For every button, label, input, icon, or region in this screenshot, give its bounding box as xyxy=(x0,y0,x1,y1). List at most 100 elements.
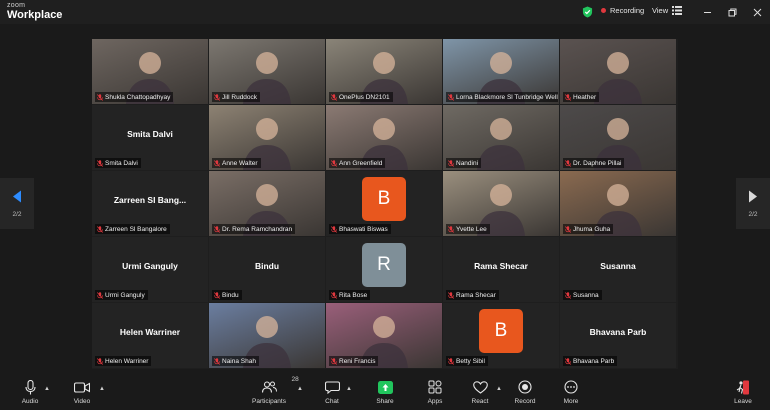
leave-door-icon xyxy=(736,380,749,394)
participant-name: Rita Bose xyxy=(339,291,368,299)
next-page-button[interactable]: 2/2 xyxy=(736,178,770,229)
participant-tile[interactable]: Jill Ruddock xyxy=(209,39,325,104)
participant-tile[interactable]: Rama Shecar Rama Shecar xyxy=(443,237,559,302)
participant-name-label: Dr. Daphne Pillai xyxy=(563,158,625,168)
leave-button[interactable]: Leave xyxy=(721,378,765,405)
recording-indicator[interactable]: Recording xyxy=(601,6,644,15)
brand-small: zoom xyxy=(7,2,26,9)
share-screen-icon xyxy=(377,380,393,394)
page-indicator-left: 2/2 xyxy=(12,210,22,218)
participants-options-chevron-icon[interactable]: ▲ xyxy=(297,386,303,392)
audio-options-chevron-icon[interactable]: ▲ xyxy=(44,386,50,392)
participant-tile[interactable]: B Betty Sibil xyxy=(443,303,559,368)
participant-tile[interactable]: Smita Dalvi Smita Dalvi xyxy=(92,105,208,170)
heart-icon xyxy=(472,380,488,394)
participant-name: Anne Walter xyxy=(222,159,258,167)
participant-name-label: Yvette Lee xyxy=(446,224,490,234)
participant-tile[interactable]: Heather xyxy=(560,39,676,104)
restore-button[interactable] xyxy=(725,5,739,19)
participant-name-label: Heather xyxy=(563,92,600,102)
arrow-right-icon xyxy=(749,190,757,202)
record-button[interactable]: Record xyxy=(503,378,547,405)
participant-tile[interactable]: Nandini xyxy=(443,105,559,170)
participant-tile[interactable]: Dr. Rema Ramchandran xyxy=(209,171,325,236)
chat-label: Chat xyxy=(325,398,339,405)
muted-mic-icon xyxy=(448,291,454,299)
video-options-chevron-icon[interactable]: ▲ xyxy=(99,386,105,392)
participant-tile[interactable]: Helen Warriner Helen Warriner xyxy=(92,303,208,368)
participant-tile[interactable]: Yvette Lee xyxy=(443,171,559,236)
participant-tile[interactable]: Zarreen SI Bang... Zarreen Sl Bangalore xyxy=(92,171,208,236)
participant-name-label: Bhavana Parb xyxy=(563,356,618,366)
muted-mic-icon xyxy=(331,93,337,101)
participant-name: Betty Sibil xyxy=(456,357,485,365)
participant-display-name: Urmi Ganguly xyxy=(122,261,178,271)
muted-mic-icon xyxy=(331,159,337,167)
participant-name-label: Betty Sibil xyxy=(446,356,488,366)
share-label: Share xyxy=(376,398,394,405)
close-icon xyxy=(753,8,761,16)
avatar-initial: B xyxy=(494,320,508,341)
muted-mic-icon xyxy=(331,225,337,233)
participants-icon xyxy=(261,381,277,393)
share-button[interactable]: Share xyxy=(363,378,407,405)
muted-mic-icon xyxy=(214,357,220,365)
participant-name: Shukla Chattopadhyay xyxy=(105,93,171,101)
participant-tile[interactable]: Shukla Chattopadhyay xyxy=(92,39,208,104)
participant-tile[interactable]: Reni Francis xyxy=(326,303,442,368)
participant-name: Ann Greenfield xyxy=(339,159,383,167)
restore-icon xyxy=(728,8,736,16)
participant-tile[interactable]: Urmi Ganguly Urmi Ganguly xyxy=(92,237,208,302)
audio-label: Audio xyxy=(21,398,39,405)
participant-name: Jhuma Guha xyxy=(573,225,611,233)
participant-avatar: R xyxy=(362,243,406,287)
participants-label: Participants xyxy=(252,398,286,405)
close-window-button[interactable] xyxy=(750,5,764,19)
encryption-shield-icon[interactable] xyxy=(582,6,593,18)
participant-tile[interactable]: Susanna Susanna xyxy=(560,237,676,302)
participant-name-label: Nandini xyxy=(446,158,482,168)
participants-button[interactable]: 28 Participants xyxy=(247,376,299,405)
participant-tile[interactable]: Ann Greenfield xyxy=(326,105,442,170)
previous-page-button[interactable]: 2/2 xyxy=(0,178,34,229)
recording-dot-icon xyxy=(601,8,606,13)
more-button[interactable]: More xyxy=(549,378,593,405)
participant-tile[interactable]: Naina Shah xyxy=(209,303,325,368)
minimize-button[interactable] xyxy=(700,5,714,19)
participant-name: Rama Shecar xyxy=(456,291,496,299)
title-bar: zoom Workplace Recording View xyxy=(0,0,770,24)
chat-options-chevron-icon[interactable]: ▲ xyxy=(346,386,352,392)
microphone-icon xyxy=(24,379,36,394)
participant-name: OnePlus DN2101 xyxy=(339,93,390,101)
participant-tile[interactable]: B Bhaswati Biswas xyxy=(326,171,442,236)
record-icon xyxy=(518,380,532,394)
chat-bubble-icon xyxy=(324,380,340,394)
participant-tile[interactable]: Dr. Daphne Pillai xyxy=(560,105,676,170)
participant-name-label: Reni Francis xyxy=(329,356,379,366)
participant-tile[interactable]: Anne Walter xyxy=(209,105,325,170)
participant-avatar: B xyxy=(362,177,406,221)
participant-name-label: Dr. Rema Ramchandran xyxy=(212,224,296,234)
participant-display-name: Bindu xyxy=(254,261,280,271)
participant-name-label: Lorna Blackmore Sl Tunbridge Wells xyxy=(446,92,558,102)
muted-mic-icon xyxy=(565,291,571,299)
muted-mic-icon xyxy=(214,291,220,299)
participant-tile[interactable]: Bhavana Parb Bhavana Parb xyxy=(560,303,676,368)
more-label: More xyxy=(563,398,579,405)
react-label: React xyxy=(471,398,489,405)
view-button[interactable]: View xyxy=(652,6,683,15)
participant-tile[interactable]: Lorna Blackmore Sl Tunbridge Wells xyxy=(443,39,559,104)
participant-tile[interactable]: R Rita Bose xyxy=(326,237,442,302)
participant-tile[interactable]: Jhuma Guha xyxy=(560,171,676,236)
participant-tile[interactable]: OnePlus DN2101 xyxy=(326,39,442,104)
react-options-chevron-icon[interactable]: ▲ xyxy=(496,386,502,392)
muted-mic-icon xyxy=(448,357,454,365)
apps-button[interactable]: Apps xyxy=(413,378,457,405)
video-button[interactable]: Video xyxy=(60,378,104,405)
participant-name: Urmi Ganguly xyxy=(105,291,145,299)
participant-name: Bhaswati Biswas xyxy=(339,225,388,233)
participant-name-label: Zarreen Sl Bangalore xyxy=(95,224,170,234)
participant-name: Helen Warriner xyxy=(105,357,149,365)
participant-name: Reni Francis xyxy=(339,357,376,365)
participant-tile[interactable]: Bindu Bindu xyxy=(209,237,325,302)
